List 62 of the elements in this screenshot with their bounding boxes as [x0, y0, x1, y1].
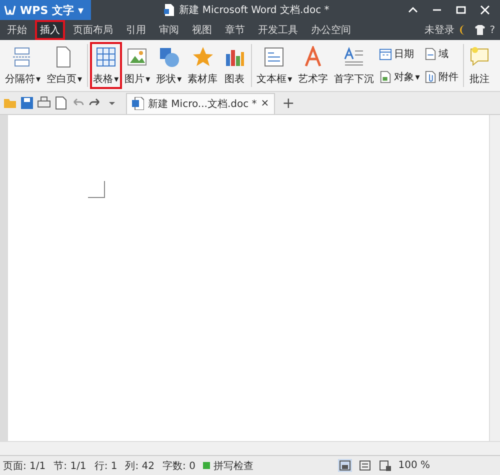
document-line-icon [424, 46, 437, 61]
status-text: 字数: 0 [162, 460, 196, 472]
printer-icon[interactable] [37, 96, 51, 110]
spell-check-button[interactable]: 拼写检查 [203, 458, 254, 472]
ribbon-button[interactable]: 艺术字 [295, 42, 332, 89]
ribbon-button[interactable]: 图片▾ [122, 42, 154, 89]
calendar-icon [379, 46, 392, 61]
star-icon [192, 46, 214, 68]
status-text: 列: 42 [125, 460, 155, 472]
app-menu-button[interactable]: WPS 文字 ▾ [0, 0, 92, 20]
help-button[interactable]: ? [490, 24, 495, 36]
menu-tab[interactable]: 页面布局 [68, 20, 118, 40]
menu-tab[interactable]: 审阅 [154, 20, 184, 40]
window-title: 新建 Microsoft Word 文档.doc * [179, 4, 330, 17]
vertical-scrollbar[interactable] [489, 115, 500, 441]
menu-tab[interactable]: 章节 [220, 20, 250, 40]
ribbon-button[interactable]: 对象▾ [377, 69, 422, 86]
status-text: 页面: 1/1 [3, 460, 46, 472]
ribbon-button[interactable]: 分隔符▾ [2, 42, 44, 89]
ribbon-button[interactable]: 形状▾ [153, 42, 185, 89]
menu-tab[interactable]: 视图 [187, 20, 217, 40]
ribbon-button[interactable]: 批注 [466, 42, 494, 89]
shirt-icon[interactable] [474, 25, 485, 35]
text-box-icon [263, 46, 286, 68]
word-document-icon [132, 97, 144, 110]
paperclip-icon [424, 70, 437, 84]
ribbon-button[interactable]: 空白页▾ [44, 42, 86, 89]
status-text: 行: 1 [94, 460, 118, 472]
save-icon[interactable] [20, 96, 34, 110]
image-icon [126, 46, 148, 68]
print-preview-icon[interactable] [54, 96, 68, 110]
menu-tab[interactable]: 开发工具 [253, 20, 303, 40]
horizontal-scrollbar[interactable] [0, 441, 500, 455]
page-view-icon[interactable] [338, 459, 352, 472]
embedded-object-icon [379, 70, 392, 84]
table-icon [94, 46, 117, 68]
ribbon-button[interactable]: 日期 [377, 46, 422, 62]
outline-view-icon[interactable] [358, 459, 372, 472]
close-tab-button[interactable]: × [260, 98, 270, 109]
ribbon-button[interactable]: 附件 [422, 69, 461, 86]
menu-tab[interactable]: 开始 [2, 20, 32, 40]
ribbon-button[interactable]: 素材库 [184, 42, 221, 89]
ribbon-button[interactable]: 图表 [220, 42, 249, 89]
menu-tab[interactable]: 插入 [35, 20, 65, 40]
ribbon-button[interactable]: 首字下沉 [331, 42, 378, 89]
ribbon-button[interactable]: 域 [422, 46, 461, 62]
menu-tab[interactable]: 办公空间 [306, 20, 356, 40]
ribbon-button[interactable]: 文本框▾ [254, 42, 296, 89]
new-tab-button[interactable]: + [278, 94, 299, 112]
shapes-icon [158, 46, 180, 68]
status-text: 节: 1/1 [54, 460, 86, 472]
web-view-icon[interactable] [378, 459, 392, 472]
w-logo-icon [4, 4, 16, 16]
drop-cap-icon [343, 46, 366, 68]
document-tab[interactable]: 新建 Micro...文档.doc * × [126, 92, 276, 114]
zoom-level: 100 % [398, 460, 431, 471]
note-icon [468, 46, 491, 68]
menu-tab[interactable]: 引用 [121, 20, 151, 40]
margin-corner-mark [88, 181, 105, 198]
document-icon [164, 4, 176, 16]
ribbon-button[interactable]: 表格▾ [90, 42, 122, 89]
login-link[interactable]: 未登录 [424, 23, 455, 37]
